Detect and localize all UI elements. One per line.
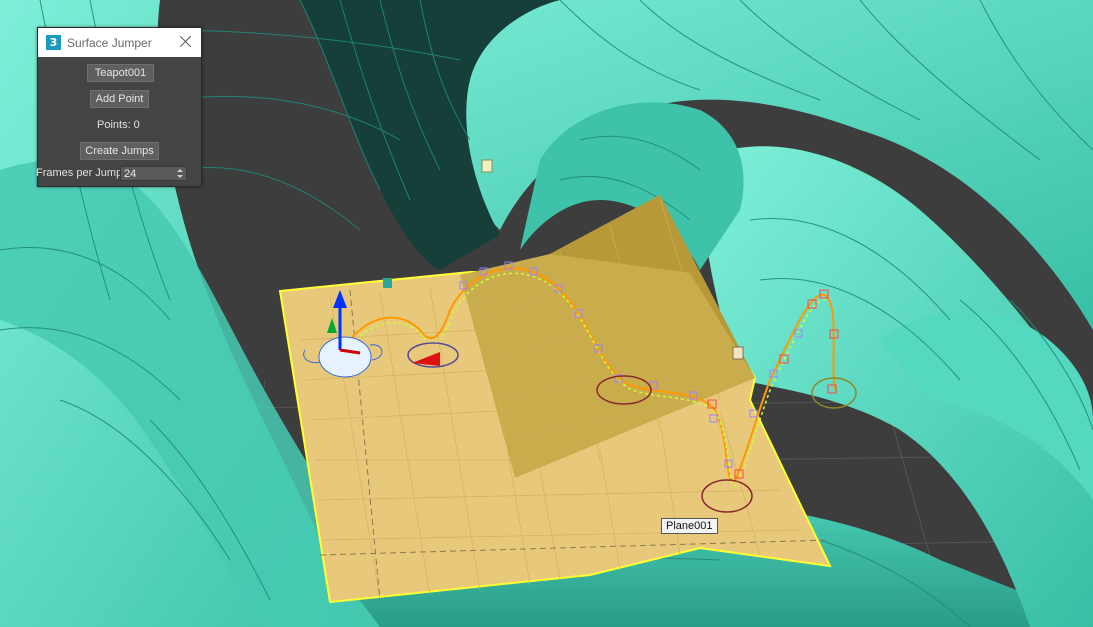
spinner-up-icon[interactable] [177,169,183,172]
small-cube [732,346,744,360]
frames-per-jump-spinner[interactable]: 24 [120,166,187,181]
points-count-label: Points: 0 [97,119,140,131]
object-pick-button[interactable]: Teapot001 [87,64,154,82]
frames-per-jump-label: Frames per Jump [36,167,123,179]
object-name-tooltip: Plane001 [661,518,718,534]
add-point-button[interactable]: Add Point [90,90,149,108]
small-cylinder [383,278,392,288]
dialog-title: Surface Jumper [67,35,152,50]
app-logo-icon: 3 [46,35,61,50]
close-icon[interactable] [179,34,193,48]
frames-per-jump-value[interactable]: 24 [124,168,136,180]
dialog-titlebar[interactable]: 3 Surface Jumper [38,28,201,57]
surface-jumper-dialog: 3 Surface Jumper Teapot001 Add Point Poi… [36,27,202,187]
spinner-down-icon[interactable] [177,175,183,178]
spinner-arrows-icon[interactable] [177,168,183,179]
create-jumps-button[interactable]: Create Jumps [80,142,159,160]
small-box [481,159,493,173]
